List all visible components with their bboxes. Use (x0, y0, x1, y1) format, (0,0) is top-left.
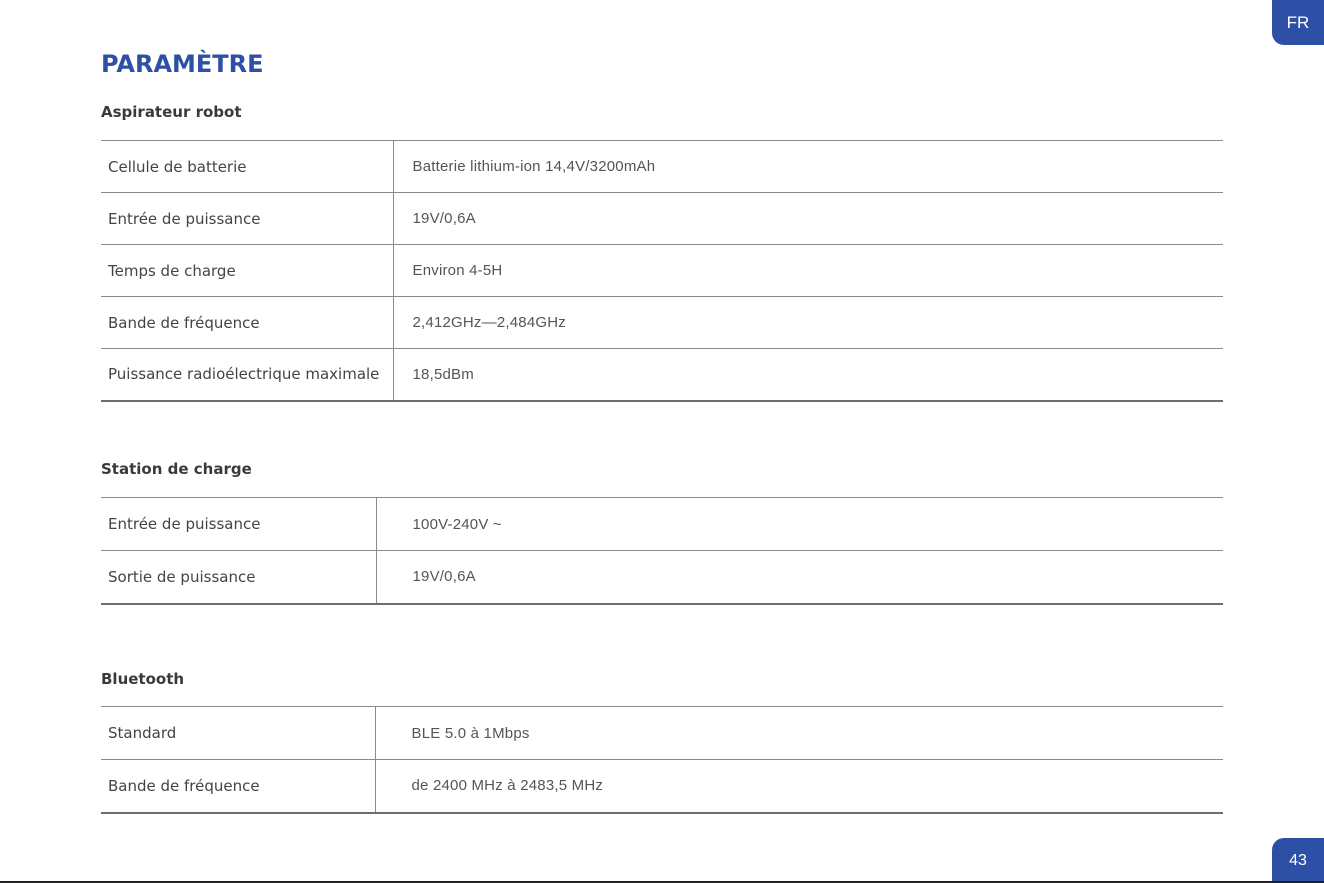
table-row: Entrée de puissance 100V-240V ~ (101, 497, 1223, 551)
spec-value: 19V/0,6A (375, 550, 1223, 604)
spec-value: 18,5dBm (392, 348, 1223, 401)
table-row: Bande de fréquence de 2400 MHz à 2483,5 … (101, 759, 1223, 813)
spec-value: Environ 4-5H (392, 244, 1223, 297)
table-row: Puissance radioélectrique maximale 18,5d… (101, 348, 1223, 401)
table-row: Bande de fréquence 2,412GHz—2,484GHz (101, 296, 1223, 349)
spec-value: de 2400 MHz à 2483,5 MHz (374, 759, 1223, 813)
table-row: Sortie de puissance 19V/0,6A (101, 550, 1223, 604)
spec-label: Puissance radioélectrique maximale (108, 365, 380, 384)
table-row: Entrée de puissance 19V/0,6A (101, 192, 1223, 245)
spec-label: Temps de charge (108, 261, 236, 280)
spec-label: Standard (108, 724, 177, 742)
section-title-robot: Aspirateur robot (101, 103, 242, 121)
spec-value: 2,412GHz—2,484GHz (392, 296, 1223, 349)
spec-label: Cellule de batterie (108, 157, 247, 176)
spec-table-robot: Cellule de batterie Batterie lithium-ion… (101, 140, 1223, 402)
spec-table-bluetooth: Standard BLE 5.0 à 1Mbps Bande de fréque… (101, 706, 1223, 814)
spec-label: Bande de fréquence (108, 313, 260, 332)
spec-label: Entrée de puissance (108, 515, 261, 533)
spec-table-station: Entrée de puissance 100V-240V ~ Sortie d… (101, 497, 1223, 605)
language-tab: FR (1272, 0, 1324, 45)
section-title-station: Station de charge (101, 460, 252, 478)
spec-label: Bande de fréquence (108, 776, 260, 795)
page-title: PARAMÈTRE (101, 50, 264, 78)
section-title-bluetooth: Bluetooth (101, 670, 185, 688)
table-row: Standard BLE 5.0 à 1Mbps (101, 706, 1223, 760)
table-row: Cellule de batterie Batterie lithium-ion… (101, 140, 1223, 193)
spec-label: Entrée de puissance (108, 209, 261, 228)
spec-value: Batterie lithium-ion 14,4V/3200mAh (392, 140, 1223, 193)
spec-value: BLE 5.0 à 1Mbps (374, 706, 1223, 760)
spec-label: Sortie de puissance (108, 567, 256, 586)
spec-value: 100V-240V ~ (375, 497, 1223, 551)
table-row: Temps de charge Environ 4-5H (101, 244, 1223, 297)
spec-value: 19V/0,6A (392, 192, 1223, 245)
page-number: 43 (1272, 838, 1324, 883)
